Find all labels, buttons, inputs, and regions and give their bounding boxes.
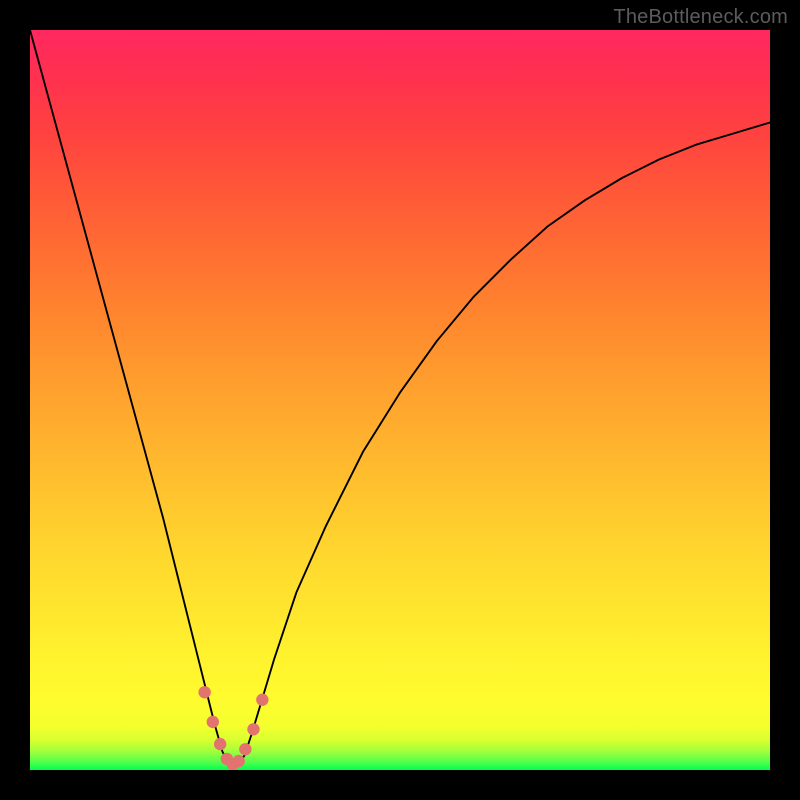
optimum-marker xyxy=(214,738,226,750)
bottleneck-curve xyxy=(30,30,770,766)
plot-area xyxy=(30,30,770,770)
optimum-marker xyxy=(232,755,244,767)
optimum-marker xyxy=(198,686,210,698)
chart-stage: TheBottleneck.com xyxy=(0,0,800,800)
curve-layer xyxy=(30,30,770,770)
optimum-marker xyxy=(239,743,251,755)
optimum-marker xyxy=(256,694,268,706)
optimum-marker xyxy=(207,716,219,728)
optimum-marker xyxy=(247,723,259,735)
attribution-label: TheBottleneck.com xyxy=(613,6,788,29)
